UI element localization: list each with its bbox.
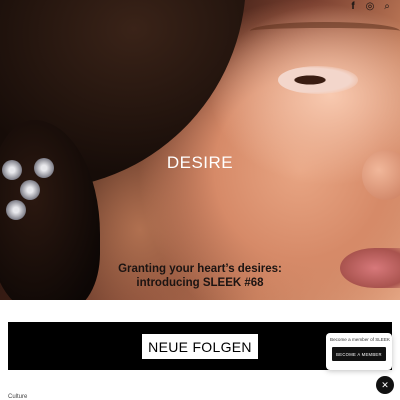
search-icon[interactable]: ⌕: [382, 2, 392, 12]
member-popup: Become a member of SLEEK BECOME A MEMBER: [326, 333, 392, 370]
become-member-button[interactable]: BECOME A MEMBER: [332, 347, 386, 361]
member-popup-text: Become a member of SLEEK: [330, 337, 391, 342]
close-icon[interactable]: ✕: [376, 376, 394, 394]
instagram-icon[interactable]: ◎: [365, 2, 375, 12]
hero-caption[interactable]: Granting your heart’s desires: introduci…: [0, 262, 400, 290]
banner-label[interactable]: NEUE FOLGEN: [142, 334, 258, 359]
hero-title[interactable]: DESIRE: [0, 153, 400, 173]
hero-caption-line2[interactable]: introducing SLEEK #68: [0, 276, 400, 290]
hero-image[interactable]: DESIRE Granting your heart’s desires: in…: [0, 0, 400, 300]
hero-eye: [278, 66, 358, 94]
category-label[interactable]: Culture: [8, 394, 27, 400]
facebook-icon[interactable]: f: [348, 2, 358, 12]
hero-caption-line1[interactable]: Granting your heart’s desires:: [0, 262, 400, 276]
hero-eyebrow: [250, 22, 400, 40]
social-links: f ◎ ⌕: [348, 2, 392, 12]
